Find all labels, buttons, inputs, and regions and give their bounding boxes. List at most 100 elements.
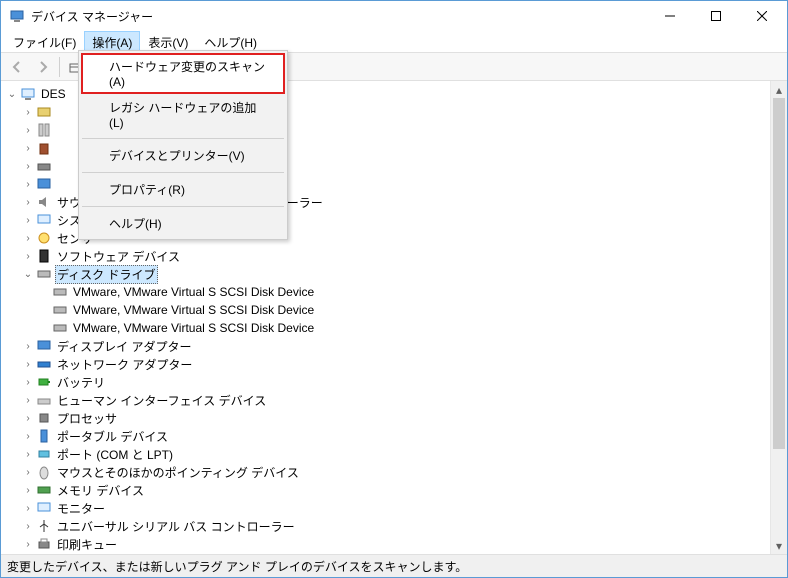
menu-add-legacy[interactable]: レガシ ハードウェアの追加(L) xyxy=(81,94,285,135)
monitor-icon xyxy=(36,500,52,516)
tree-item-disk-child[interactable]: › VMware, VMware Virtual S SCSI Disk Dev… xyxy=(3,319,768,337)
tree-item-memory[interactable]: › メモリ デバイス xyxy=(3,481,768,499)
tree-item-processor[interactable]: › プロセッサ xyxy=(3,409,768,427)
tree-item-display[interactable]: › ディスプレイ アダプター xyxy=(3,337,768,355)
tree-item-label: 印刷キュー xyxy=(55,535,119,554)
menu-help[interactable]: ヘルプ(H) xyxy=(196,31,265,52)
menu-scan-hardware[interactable]: ハードウェア変更のスキャン(A) xyxy=(81,53,285,94)
expand-arrow-icon[interactable]: › xyxy=(21,143,35,154)
maximize-button[interactable] xyxy=(693,1,739,31)
action-menu-dropdown: ハードウェア変更のスキャン(A) レガシ ハードウェアの追加(L) デバイスとプ… xyxy=(78,50,288,240)
tree-item-mouse[interactable]: › マウスとそのほかのポインティング デバイス xyxy=(3,463,768,481)
scroll-down-icon[interactable]: ▾ xyxy=(771,537,787,554)
tree-item-label xyxy=(55,111,59,113)
expand-arrow-icon[interactable]: › xyxy=(21,431,35,442)
menu-devices-printers[interactable]: デバイスとプリンター(V) xyxy=(81,142,285,169)
tree-item-usb[interactable]: › ユニバーサル シリアル バス コントローラー xyxy=(3,517,768,535)
expand-arrow-icon[interactable]: › xyxy=(21,107,35,118)
expand-arrow-icon[interactable]: › xyxy=(21,125,35,136)
mouse-icon xyxy=(36,464,52,480)
tree-item-label: バッテリ xyxy=(55,373,107,392)
expand-arrow-icon[interactable]: › xyxy=(21,215,35,226)
tree-item-label: ユニバーサル シリアル バス コントローラー xyxy=(55,517,297,536)
tree-item-label xyxy=(55,165,59,167)
device-icon xyxy=(36,176,52,192)
cpu-icon xyxy=(36,410,52,426)
software-icon xyxy=(36,248,52,264)
menu-separator xyxy=(82,172,284,173)
tree-item-printqueue[interactable]: › 印刷キュー xyxy=(3,535,768,553)
expand-arrow-icon[interactable]: › xyxy=(21,251,35,262)
expand-arrow-icon[interactable]: › xyxy=(21,197,35,208)
expand-arrow-icon[interactable]: › xyxy=(21,485,35,496)
display-icon xyxy=(36,338,52,354)
tree-item-label: VMware, VMware Virtual S SCSI Disk Devic… xyxy=(71,284,316,300)
tree-item-portable[interactable]: › ポータブル デバイス xyxy=(3,427,768,445)
disk-icon xyxy=(52,284,68,300)
expand-arrow-icon[interactable]: › xyxy=(21,359,35,370)
forward-button[interactable] xyxy=(31,55,55,79)
expand-arrow-icon[interactable]: › xyxy=(21,503,35,514)
battery-icon xyxy=(36,374,52,390)
menu-separator xyxy=(82,206,284,207)
disk-icon xyxy=(36,266,52,282)
tree-item-network[interactable]: › ネットワーク アダプター xyxy=(3,355,768,373)
expand-arrow-icon[interactable]: › xyxy=(21,161,35,172)
tree-item-label: プロセッサ xyxy=(55,409,119,428)
expand-arrow-icon[interactable]: › xyxy=(21,413,35,424)
tree-item-disk[interactable]: ⌄ ディスク ドライブ xyxy=(3,265,768,283)
tree-item-label xyxy=(55,129,59,131)
tree-item-software[interactable]: › ソフトウェア デバイス xyxy=(3,247,768,265)
status-text: 変更したデバイス、または新しいプラグ アンド プレイのデバイスをスキャンします。 xyxy=(7,558,467,575)
device-icon xyxy=(36,104,52,120)
expand-arrow-icon[interactable]: ⌄ xyxy=(5,89,19,100)
tree-item-disk-child[interactable]: › VMware, VMware Virtual S SCSI Disk Dev… xyxy=(3,301,768,319)
expand-arrow-icon[interactable]: › xyxy=(21,179,35,190)
tree-item-label: メモリ デバイス xyxy=(55,481,146,500)
window-controls xyxy=(647,1,785,31)
expand-arrow-icon[interactable]: › xyxy=(21,539,35,550)
menu-properties[interactable]: プロパティ(R) xyxy=(81,176,285,203)
speaker-icon xyxy=(36,194,52,210)
memory-icon xyxy=(36,482,52,498)
expand-arrow-icon[interactable]: › xyxy=(21,377,35,388)
expand-arrow-icon[interactable]: › xyxy=(21,467,35,478)
tree-item-monitor[interactable]: › モニター xyxy=(3,499,768,517)
collapse-arrow-icon[interactable]: ⌄ xyxy=(21,269,35,280)
expand-arrow-icon[interactable]: › xyxy=(21,521,35,532)
back-button[interactable] xyxy=(5,55,29,79)
tree-item-label: ディスプレイ アダプター xyxy=(55,337,194,356)
disk-icon xyxy=(52,302,68,318)
menu-action[interactable]: 操作(A) xyxy=(84,31,140,52)
tree-item-label: ポータブル デバイス xyxy=(55,427,170,446)
tree-item-label: マウスとそのほかのポインティング デバイス xyxy=(55,463,301,482)
scroll-thumb[interactable] xyxy=(773,98,785,449)
tree-item-ports[interactable]: › ポート (COM と LPT) xyxy=(3,445,768,463)
minimize-button[interactable] xyxy=(647,1,693,31)
expand-arrow-icon[interactable]: › xyxy=(21,449,35,460)
tree-item-label: ソフトウェア デバイス xyxy=(55,247,182,266)
tree-item-battery[interactable]: › バッテリ xyxy=(3,373,768,391)
tree-item-hid[interactable]: › ヒューマン インターフェイス デバイス xyxy=(3,391,768,409)
printer-icon xyxy=(36,536,52,552)
sensor-icon xyxy=(36,230,52,246)
tree-item-label: VMware, VMware Virtual S SCSI Disk Devic… xyxy=(71,302,316,318)
tree-item-label: ヒューマン インターフェイス デバイス xyxy=(55,391,268,410)
vertical-scrollbar[interactable]: ▴ ▾ xyxy=(770,81,787,554)
menu-separator xyxy=(82,138,284,139)
menu-help[interactable]: ヘルプ(H) xyxy=(81,210,285,237)
computer-icon xyxy=(36,212,52,228)
menu-view[interactable]: 表示(V) xyxy=(140,31,196,52)
tree-item-label: VMware, VMware Virtual S SCSI Disk Devic… xyxy=(71,320,316,336)
tree-item-label: ポート (COM と LPT) xyxy=(55,445,175,464)
expand-arrow-icon[interactable]: › xyxy=(21,233,35,244)
tree-item-disk-child[interactable]: › VMware, VMware Virtual S SCSI Disk Dev… xyxy=(3,283,768,301)
device-icon xyxy=(36,140,52,156)
close-button[interactable] xyxy=(739,1,785,31)
menu-file[interactable]: ファイル(F) xyxy=(5,31,84,52)
expand-arrow-icon[interactable]: › xyxy=(21,341,35,352)
scroll-up-icon[interactable]: ▴ xyxy=(771,81,787,98)
scroll-track[interactable] xyxy=(771,98,787,537)
expand-arrow-icon[interactable]: › xyxy=(21,395,35,406)
tree-item-label xyxy=(55,147,59,149)
